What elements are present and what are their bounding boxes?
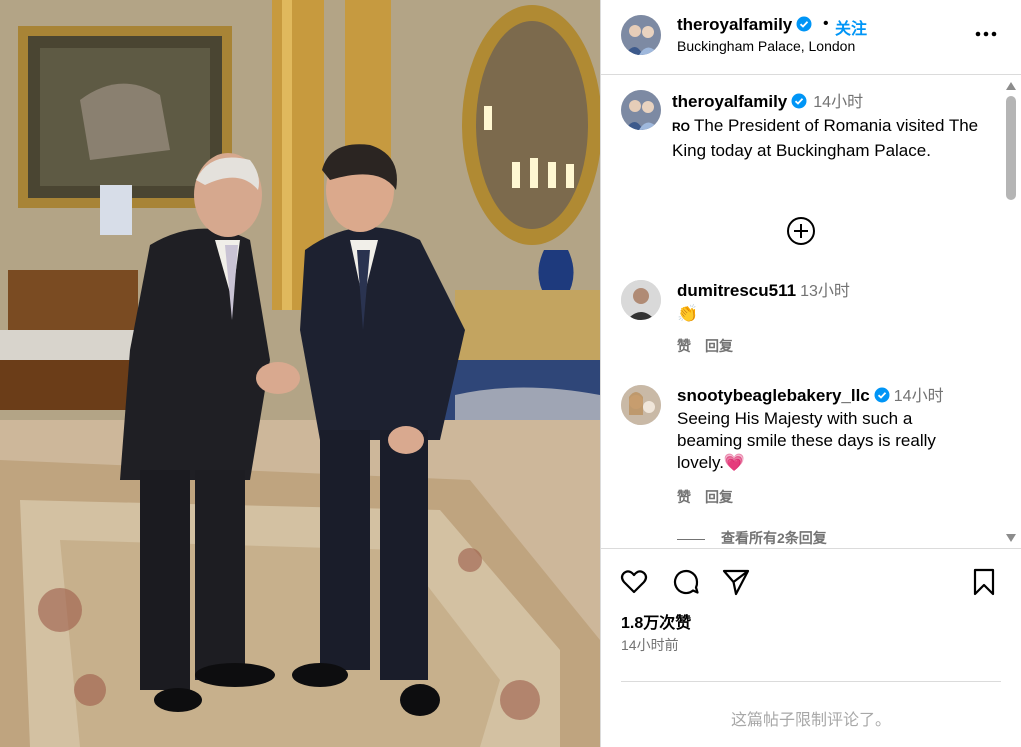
post-actions: 1.8万次赞 14小时前 (601, 548, 1021, 680)
view-replies-label[interactable]: 查看所有2条回复 (721, 530, 827, 546)
heart-icon[interactable] (619, 567, 649, 597)
post-photo[interactable] (0, 0, 600, 747)
post-header: theroyalfamily • 关注 Buckingham Palace, L… (601, 0, 1021, 75)
plus-circle-icon[interactable] (785, 215, 817, 247)
comment-avatar[interactable] (621, 385, 661, 425)
header-username[interactable]: theroyalfamily (677, 15, 812, 35)
scrollbar-thumb[interactable] (1006, 96, 1016, 200)
comments-scrollbar[interactable] (1003, 78, 1019, 546)
post-timestamp[interactable]: 14小时前 (621, 635, 679, 655)
comment-reply-button[interactable]: 回复 (705, 338, 733, 354)
comments-footer: 这篇帖子限制评论了。 (621, 681, 1001, 747)
caption-text-block: theroyalfamily 14小时 RO The President of Ro… (672, 90, 992, 162)
bookmark-icon[interactable] (969, 567, 999, 597)
comment-actions: 赞回复 (677, 336, 747, 356)
avatar-image (621, 15, 661, 55)
caption-avatar[interactable] (621, 90, 661, 130)
verified-badge-icon (874, 387, 890, 403)
view-replies-button[interactable]: 查看所有2条回复 (677, 528, 827, 548)
comment-actions: 赞回复 (677, 487, 747, 507)
avatar-image (621, 385, 661, 425)
caption-username[interactable]: theroyalfamily (672, 92, 787, 111)
verified-badge-icon (791, 93, 807, 109)
scroll-down-arrow-icon[interactable] (1006, 534, 1016, 542)
comments-disabled-message: 这篇帖子限制评论了。 (730, 712, 891, 729)
header-separator-dot: • (823, 15, 829, 32)
caption-time[interactable]: 14小时 (813, 94, 863, 111)
scroll-up-arrow-icon[interactable] (1006, 82, 1016, 90)
post-image (0, 0, 600, 747)
comment-like-button[interactable]: 赞 (677, 489, 691, 505)
comment-username[interactable]: snootybeaglebakery_llc (677, 386, 870, 405)
comment-icon[interactable] (671, 567, 701, 597)
verified-badge-icon (796, 16, 812, 32)
comment-like-button[interactable]: 赞 (677, 338, 691, 354)
language-badge: RO (672, 120, 690, 134)
post-side-panel: theroyalfamily • 关注 Buckingham Palace, L… (600, 0, 1021, 747)
avatar-image (621, 90, 661, 130)
comment-reply-button[interactable]: 回复 (705, 489, 733, 505)
comment-text: Seeing His Majesty with such a beaming s… (677, 409, 936, 472)
comment-avatar[interactable] (621, 280, 661, 320)
comment-body: dumitrescu511 13小时 👏 (677, 280, 977, 325)
more-options-icon[interactable] (971, 22, 1001, 46)
share-icon[interactable] (721, 567, 751, 597)
replies-divider-line (677, 538, 705, 540)
comment-time[interactable]: 13小时 (800, 283, 850, 300)
comment-body: snootybeaglebakery_llc 14小时 Seeing His Ma… (677, 385, 977, 474)
avatar-image (621, 280, 661, 320)
caption-text: The President of Romania visited The Kin… (672, 116, 979, 160)
comment-time[interactable]: 14小时 (894, 388, 944, 405)
comments-section[interactable]: theroyalfamily 14小时 RO The President of Ro… (601, 76, 1021, 548)
header-username-text[interactable]: theroyalfamily (677, 15, 792, 34)
likes-count[interactable]: 1.8万次赞 (621, 609, 691, 633)
comment-text: 👏 (677, 304, 699, 323)
location-link[interactable]: Buckingham Palace, London (677, 38, 855, 54)
follow-button[interactable]: 关注 (835, 15, 867, 39)
comment-username[interactable]: dumitrescu511 (677, 281, 796, 300)
account-avatar[interactable] (621, 15, 661, 55)
